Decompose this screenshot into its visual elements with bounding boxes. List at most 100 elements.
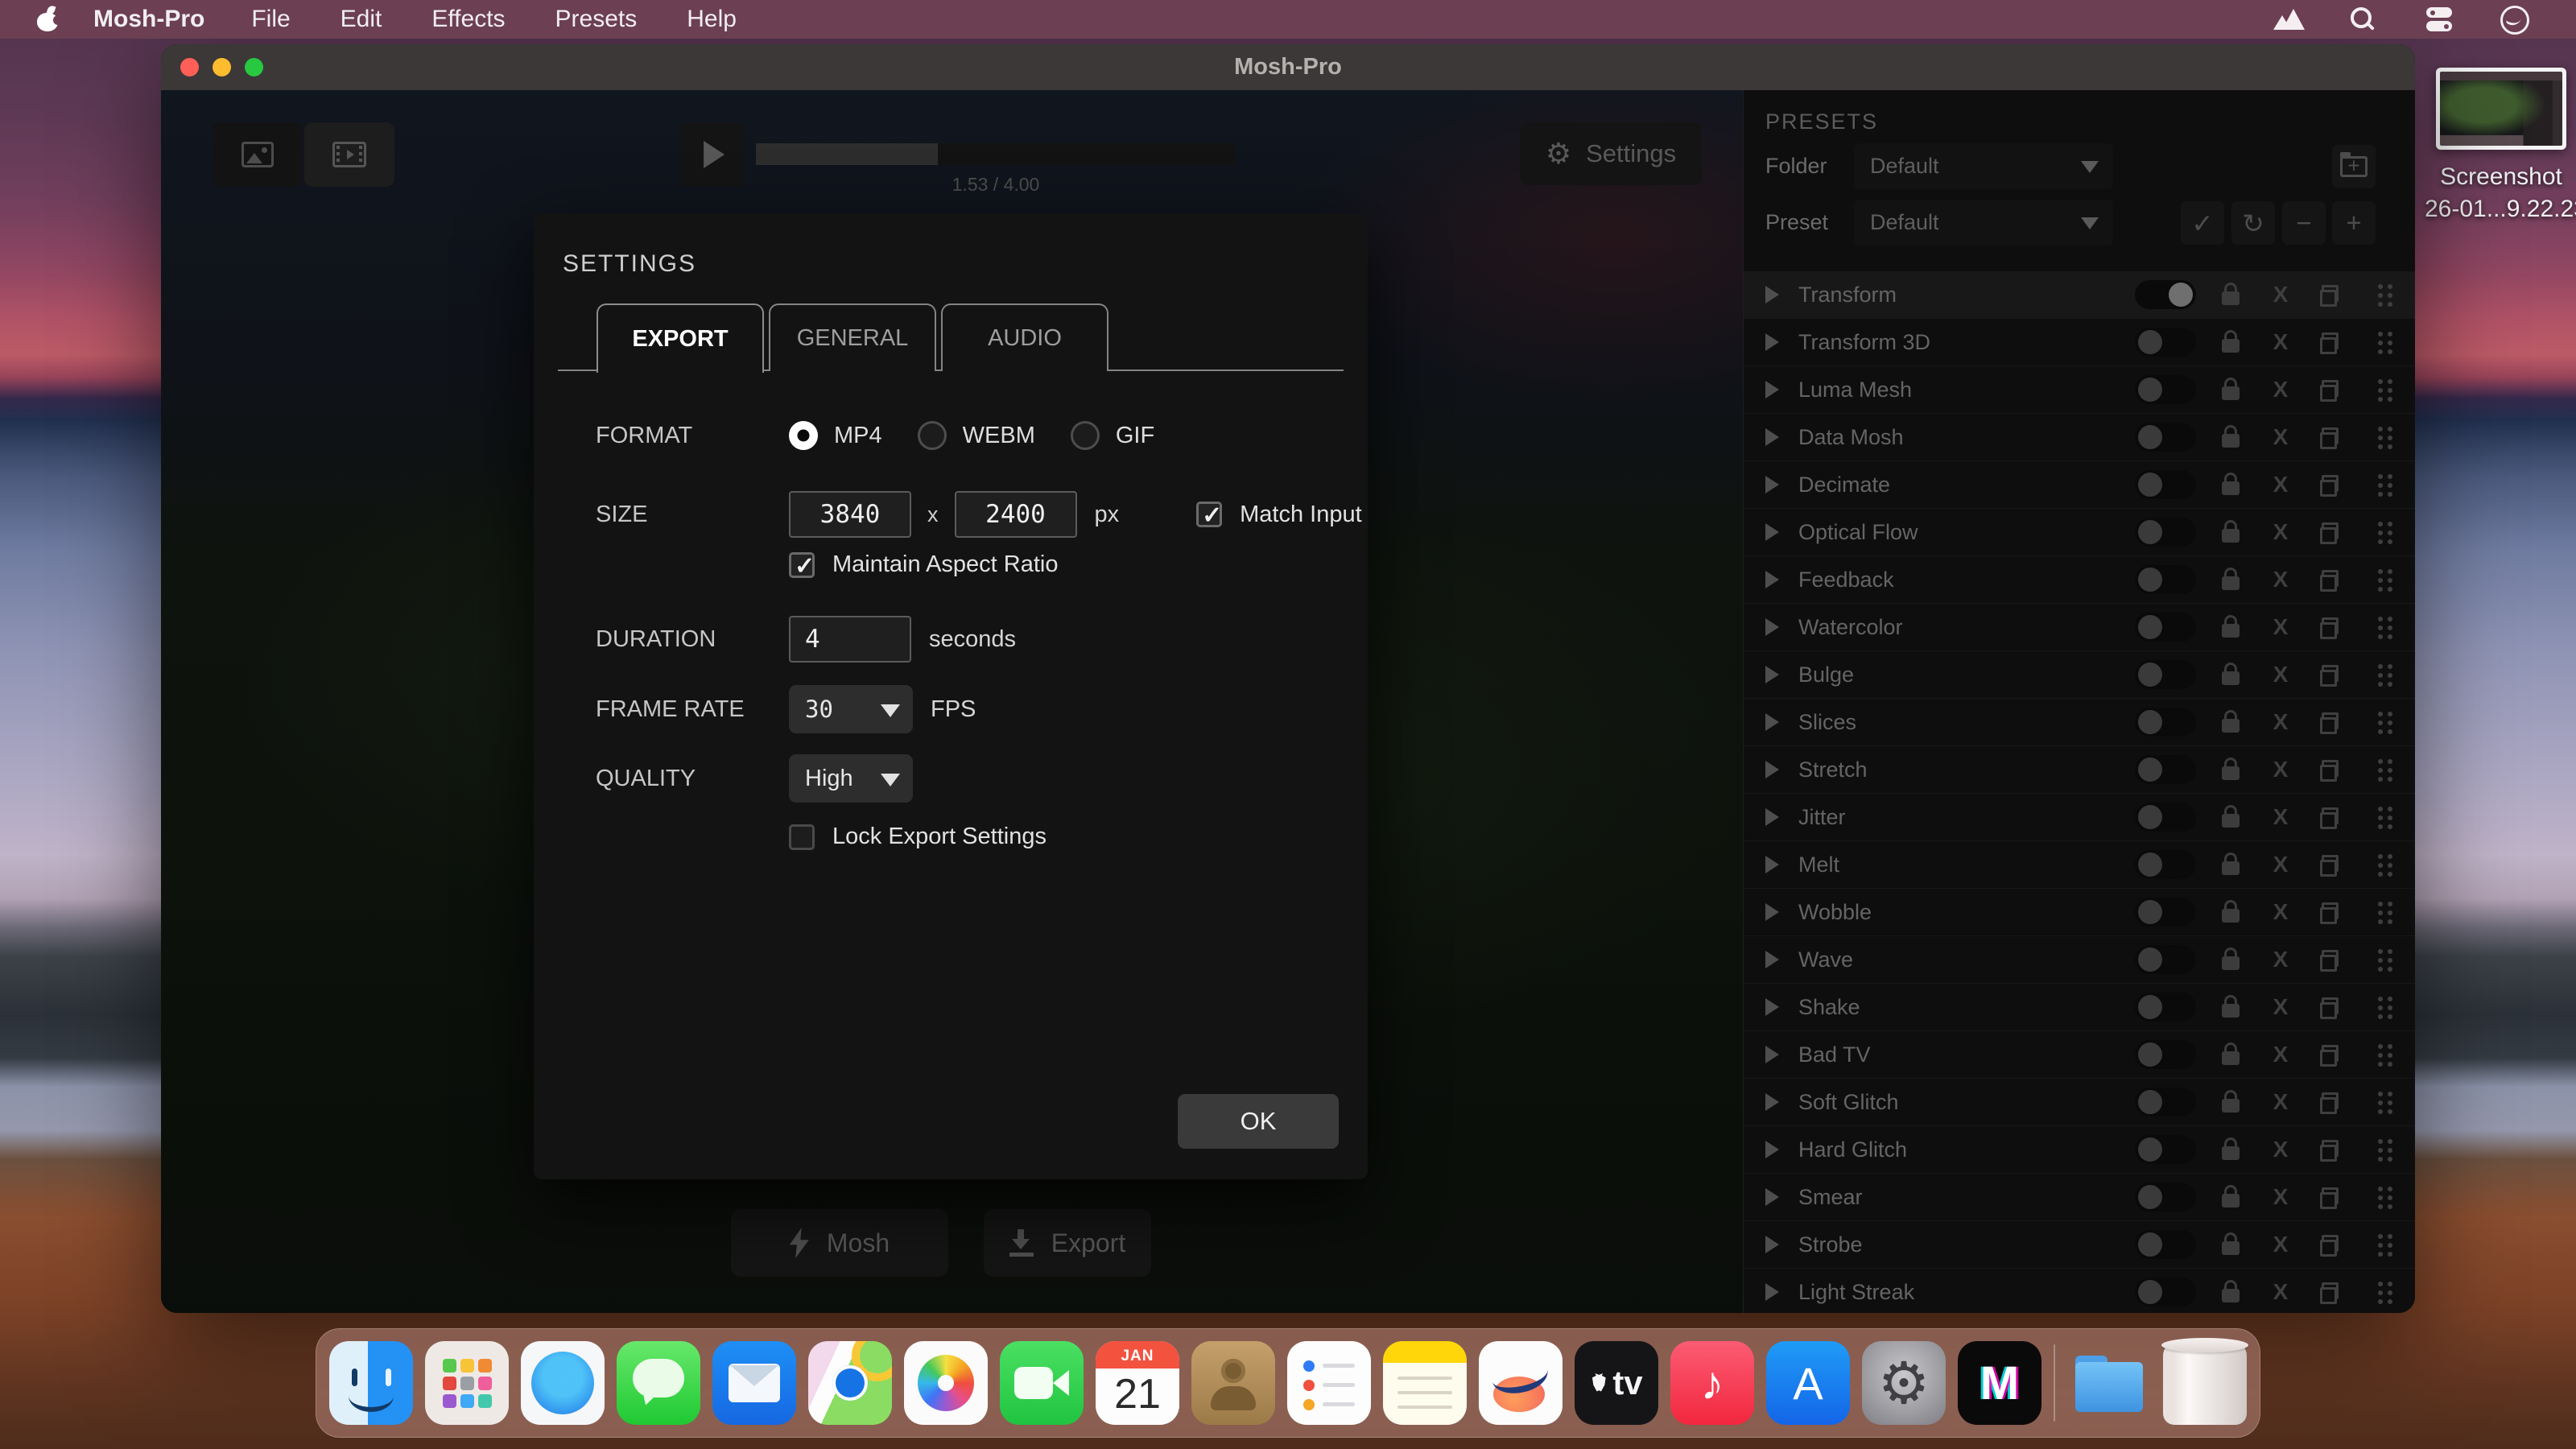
duplicate-icon[interactable] (2322, 716, 2339, 732)
dock-icon-music[interactable]: ♪ (1670, 1341, 1754, 1425)
duplicate-icon[interactable] (2322, 1191, 2339, 1207)
search-icon[interactable] (2349, 6, 2378, 33)
duplicate-icon[interactable] (2322, 621, 2339, 637)
effect-row-bulge[interactable]: BulgeX (1744, 651, 2415, 699)
new-folder-button[interactable] (2332, 145, 2376, 188)
lock-icon[interactable] (2222, 671, 2240, 685)
video-mode-button[interactable] (304, 122, 394, 187)
duplicate-icon[interactable] (2322, 1096, 2339, 1112)
expand-triangle-icon[interactable] (1765, 998, 1779, 1016)
drag-handle-icon[interactable] (2376, 376, 2394, 403)
effect-enable-toggle[interactable] (2135, 328, 2196, 357)
expand-triangle-icon[interactable] (1765, 1283, 1779, 1301)
duration-input[interactable]: 4 (789, 616, 911, 663)
duplicate-icon[interactable] (2322, 1048, 2339, 1064)
expand-triangle-icon[interactable] (1765, 1236, 1779, 1253)
dock-icon-folder[interactable] (2067, 1341, 2151, 1425)
tab-export[interactable]: EXPORT (597, 303, 764, 373)
delete-icon[interactable]: X (2273, 1137, 2289, 1162)
menu-item-presets[interactable]: Presets (555, 6, 638, 33)
duplicate-icon[interactable] (2322, 906, 2339, 922)
lock-icon[interactable] (2222, 1051, 2240, 1065)
lock-icon[interactable] (2222, 766, 2240, 780)
menu-item-edit[interactable]: Edit (341, 6, 382, 33)
lock-icon[interactable] (2222, 434, 2240, 448)
effect-row-jitter[interactable]: JitterX (1744, 794, 2415, 841)
expand-triangle-icon[interactable] (1765, 951, 1779, 968)
reset-preset-button[interactable]: ↻ (2231, 201, 2275, 245)
tab-general[interactable]: GENERAL (769, 303, 936, 371)
effect-enable-toggle[interactable] (2135, 1183, 2196, 1212)
lock-icon[interactable] (2222, 1099, 2240, 1113)
effect-row-slices[interactable]: SlicesX (1744, 699, 2415, 746)
drag-handle-icon[interactable] (2376, 566, 2394, 593)
drag-handle-icon[interactable] (2376, 328, 2394, 356)
format-option-mp4[interactable]: MP4 (789, 421, 882, 450)
drag-handle-icon[interactable] (2376, 1278, 2394, 1306)
effect-row-data-mosh[interactable]: Data MoshX (1744, 414, 2415, 461)
lock-icon[interactable] (2222, 1289, 2240, 1302)
duplicate-icon[interactable] (2322, 1238, 2339, 1254)
effect-row-smear[interactable]: SmearX (1744, 1174, 2415, 1221)
dock-icon-messages[interactable] (617, 1341, 700, 1425)
dock-icon-maps[interactable] (808, 1341, 892, 1425)
drag-handle-icon[interactable] (2376, 281, 2394, 308)
delete-icon[interactable]: X (2273, 567, 2289, 592)
effect-row-wobble[interactable]: WobbleX (1744, 889, 2415, 936)
effect-enable-toggle[interactable] (2135, 850, 2196, 879)
delete-icon[interactable]: X (2273, 1042, 2289, 1067)
effect-enable-toggle[interactable] (2135, 708, 2196, 737)
effect-row-optical-flow[interactable]: Optical FlowX (1744, 509, 2415, 556)
delete-icon[interactable]: X (2273, 1232, 2289, 1257)
drag-handle-icon[interactable] (2376, 1088, 2394, 1116)
effect-enable-toggle[interactable] (2135, 803, 2196, 832)
expand-triangle-icon[interactable] (1765, 761, 1779, 778)
ok-button[interactable]: OK (1178, 1094, 1339, 1149)
effect-row-decimate[interactable]: DecimateX (1744, 461, 2415, 509)
duplicate-icon[interactable] (2322, 336, 2339, 352)
apple-menu-icon[interactable] (37, 7, 58, 31)
lock-icon[interactable] (2222, 1004, 2240, 1018)
delete-icon[interactable]: X (2273, 282, 2289, 308)
effect-enable-toggle[interactable] (2135, 280, 2196, 309)
duplicate-icon[interactable] (2322, 1286, 2339, 1302)
add-preset-button[interactable]: + (2332, 201, 2376, 245)
delete-icon[interactable]: X (2273, 614, 2289, 640)
effect-enable-toggle[interactable] (2135, 1088, 2196, 1117)
duplicate-icon[interactable] (2322, 1001, 2339, 1017)
lock-icon[interactable] (2222, 576, 2240, 590)
settings-button[interactable]: ⚙ Settings (1520, 122, 1702, 185)
lock-icon[interactable] (2222, 1194, 2240, 1208)
quality-dropdown[interactable]: High (789, 754, 913, 803)
dock-icon-mail[interactable] (712, 1341, 796, 1425)
effect-row-feedback[interactable]: FeedbackX (1744, 556, 2415, 604)
drag-handle-icon[interactable] (2376, 613, 2394, 641)
expand-triangle-icon[interactable] (1765, 808, 1779, 826)
menu-app-name[interactable]: Mosh-Pro (93, 6, 204, 33)
lock-icon[interactable] (2222, 1146, 2240, 1160)
expand-triangle-icon[interactable] (1765, 428, 1779, 446)
radio-selected-icon[interactable] (789, 421, 818, 450)
effect-row-watercolor[interactable]: WatercolorX (1744, 604, 2415, 651)
expand-triangle-icon[interactable] (1765, 333, 1779, 351)
effect-row-luma-mesh[interactable]: Luma MeshX (1744, 366, 2415, 414)
drag-handle-icon[interactable] (2376, 851, 2394, 878)
image-mode-button[interactable] (213, 122, 303, 187)
effect-row-hard-glitch[interactable]: Hard GlitchX (1744, 1126, 2415, 1174)
desktop-screenshot-file[interactable]: Screenshot 26-01...9.22.23 (2425, 68, 2576, 225)
delete-icon[interactable]: X (2273, 947, 2289, 972)
lock-icon[interactable] (2222, 719, 2240, 733)
tab-audio[interactable]: AUDIO (941, 303, 1108, 371)
mosh-button[interactable]: Mosh (731, 1209, 948, 1277)
radio-icon[interactable] (918, 421, 947, 450)
window-titlebar[interactable]: Mosh-Pro (161, 44, 2415, 90)
menu-item-effects[interactable]: Effects (431, 6, 505, 33)
delete-icon[interactable]: X (2273, 1089, 2289, 1115)
siri-icon[interactable] (2500, 6, 2529, 33)
duplicate-icon[interactable] (2322, 478, 2339, 494)
effect-row-bad-tv[interactable]: Bad TVX (1744, 1031, 2415, 1079)
drag-handle-icon[interactable] (2376, 946, 2394, 973)
lock-icon[interactable] (2222, 291, 2240, 305)
expand-triangle-icon[interactable] (1765, 856, 1779, 873)
duplicate-icon[interactable] (2322, 1143, 2339, 1159)
